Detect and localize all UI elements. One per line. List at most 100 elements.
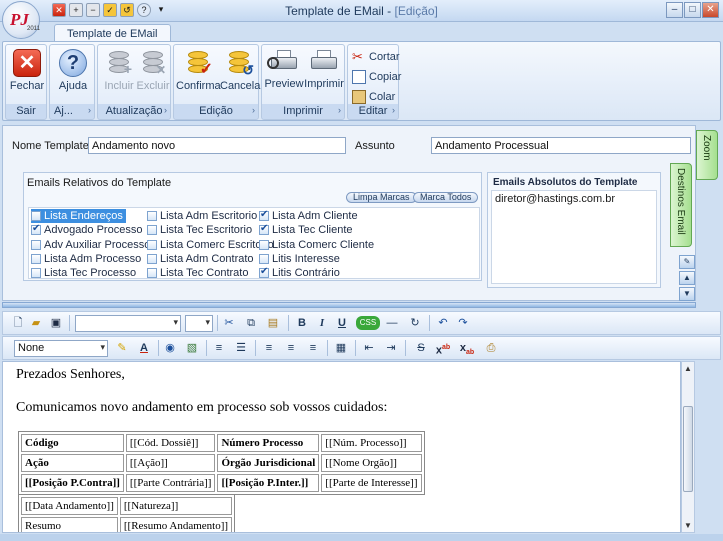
excluir-button[interactable]: ✕ Excluir xyxy=(134,49,172,99)
superscript-icon[interactable]: xab xyxy=(435,341,451,357)
checkbox-unchecked-icon[interactable] xyxy=(259,253,269,264)
list-item[interactable]: diretor@hastings.com.br xyxy=(495,193,653,205)
save-icon[interactable]: ▣ xyxy=(48,316,64,330)
cut-icon[interactable]: ✂ xyxy=(221,316,237,330)
undo-icon[interactable]: ↶ xyxy=(435,316,451,330)
splitter[interactable] xyxy=(2,302,696,308)
checkbox-item[interactable]: Lista Comerc Cliente xyxy=(259,238,374,252)
font-color-icon[interactable]: A xyxy=(136,341,152,355)
checkbox-unchecked-icon[interactable] xyxy=(147,225,157,236)
insert-table-icon[interactable]: ▦ xyxy=(333,341,349,355)
confirma-button[interactable]: ✓ Confirma xyxy=(176,49,221,99)
strikethrough-icon[interactable]: S xyxy=(413,341,429,355)
align-left-icon[interactable]: ≡ xyxy=(261,341,277,355)
bold-icon[interactable]: B xyxy=(294,316,310,330)
refresh-icon[interactable]: ↻ xyxy=(407,316,423,330)
checkbox-item[interactable]: Lista Adm Cliente xyxy=(259,209,358,223)
checkbox-item[interactable]: Lista Adm Contrato xyxy=(147,252,254,266)
checkbox-item[interactable]: Litis Interesse xyxy=(259,252,340,266)
group-imprimir-launcher-icon[interactable]: › xyxy=(338,105,341,115)
maximize-button[interactable]: □ xyxy=(684,2,701,18)
close-window-button[interactable]: ✕ xyxy=(702,2,719,18)
checkbox-item[interactable]: Lista Tec Contrato xyxy=(147,266,248,280)
zoom-tab[interactable]: Zoom xyxy=(696,130,718,180)
checkbox-item[interactable]: Lista Comerc Escritorio xyxy=(147,238,274,252)
italic-icon[interactable]: I xyxy=(314,316,330,330)
checkbox-unchecked-icon[interactable] xyxy=(147,268,157,279)
checkbox-unchecked-icon[interactable] xyxy=(147,253,157,264)
checkbox-unchecked-icon[interactable] xyxy=(31,268,41,279)
css-icon[interactable]: CSS xyxy=(356,316,380,330)
outdent-icon[interactable]: ⇤ xyxy=(361,341,377,355)
subscript-icon[interactable]: xab xyxy=(459,341,475,356)
checkbox-item[interactable]: Lista Endereços xyxy=(31,209,126,223)
group-editar-launcher-icon[interactable]: › xyxy=(392,105,395,115)
bullet-list-icon[interactable]: ☰ xyxy=(233,341,249,355)
incluir-button[interactable]: + Incluir xyxy=(100,49,138,99)
font-size-combo[interactable] xyxy=(185,315,213,332)
print-toolbar-icon[interactable]: ⎙ xyxy=(483,341,499,355)
scroll-up-arrow-icon[interactable]: ▲ xyxy=(684,364,692,373)
scrollbar-thumb[interactable] xyxy=(683,406,693,492)
copiar-button[interactable]: Copiar xyxy=(352,68,401,86)
paste-toolbar-icon[interactable]: ▤ xyxy=(265,316,281,330)
minimize-button[interactable]: – xyxy=(666,2,683,18)
limpa-marcas-button[interactable]: Limpa Marcas xyxy=(346,192,417,203)
checkbox-item[interactable]: Lista Tec Processo xyxy=(31,266,136,280)
checkbox-item[interactable]: Lista Adm Processo xyxy=(31,252,141,266)
emails-absolutos-list[interactable]: diretor@hastings.com.br xyxy=(491,190,657,284)
numbered-list-icon[interactable]: ≡ xyxy=(211,341,227,355)
marca-todos-button[interactable]: Marca Todos xyxy=(413,192,479,203)
insert-link-icon[interactable]: ◉ xyxy=(162,341,178,355)
indent-icon[interactable]: ⇥ xyxy=(383,341,399,355)
checkbox-checked-icon[interactable] xyxy=(259,266,269,279)
copy-toolbar-icon[interactable]: ⧉ xyxy=(243,316,259,330)
insert-image-icon[interactable]: ▧ xyxy=(184,341,200,355)
open-folder-icon[interactable]: ▰ xyxy=(28,316,44,330)
group-ajuda-launcher-icon[interactable]: › xyxy=(88,105,91,115)
checkbox-item[interactable]: Lista Tec Escritorio xyxy=(147,223,252,237)
checkbox-checked-icon[interactable] xyxy=(31,223,41,236)
group-atualizacao-launcher-icon[interactable]: › xyxy=(164,105,167,115)
cortar-button[interactable]: ✂ Cortar xyxy=(352,48,400,66)
nome-template-input[interactable] xyxy=(88,137,346,154)
checkbox-unchecked-icon[interactable] xyxy=(147,239,157,250)
checkbox-item[interactable]: Adv Auxiliar Processo xyxy=(31,238,150,252)
cancela-button[interactable]: ↺ Cancela xyxy=(220,49,260,99)
ajuda-button[interactable]: ? Ajuda xyxy=(54,49,92,99)
checkbox-item[interactable]: Lista Adm Escritorio xyxy=(147,209,257,223)
checkbox-unchecked-icon[interactable] xyxy=(259,239,269,250)
preview-button[interactable]: Preview xyxy=(264,49,304,99)
assunto-input[interactable] xyxy=(431,137,691,154)
colar-button[interactable]: Colar xyxy=(352,88,395,106)
scroll-up-button[interactable]: ▲ xyxy=(679,271,695,285)
redo-icon[interactable]: ↷ xyxy=(455,316,471,330)
checkbox-item[interactable]: Lista Tec Cliente xyxy=(259,223,353,237)
align-right-icon[interactable]: ≡ xyxy=(305,341,321,355)
scroll-down-button[interactable]: ▼ xyxy=(679,287,695,301)
highlight-color-icon[interactable]: ✎ xyxy=(114,341,130,355)
imprimir-button[interactable]: Imprimir xyxy=(304,49,344,99)
destinos-email-tab[interactable]: Destinos Email xyxy=(670,163,692,247)
checkbox-checked-icon[interactable] xyxy=(259,209,269,221)
underline-icon[interactable]: U xyxy=(334,316,350,330)
new-document-icon[interactable]: 🗋 xyxy=(10,316,26,330)
checkbox-item[interactable]: Litis Contrário xyxy=(259,266,340,280)
app-menu-button[interactable]: PJ 2011 xyxy=(2,1,40,39)
document-scrollbar[interactable]: ▲ ▼ xyxy=(681,361,695,533)
edit-emails-icon[interactable]: ✎ xyxy=(679,255,695,269)
checkbox-unchecked-icon[interactable] xyxy=(31,253,41,264)
horizontal-rule-icon[interactable]: — xyxy=(383,316,401,330)
font-name-combo[interactable] xyxy=(75,315,181,332)
checkbox-unchecked-icon[interactable] xyxy=(31,211,41,221)
checkbox-item[interactable]: Advogado Processo xyxy=(31,223,142,237)
fechar-button[interactable]: ✕ Fechar xyxy=(8,49,46,99)
checkbox-unchecked-icon[interactable] xyxy=(31,239,41,250)
email-body-editor[interactable]: Prezados Senhores, Comunicamos novo anda… xyxy=(2,361,681,533)
align-center-icon[interactable]: ≡ xyxy=(283,341,299,355)
checkbox-unchecked-icon[interactable] xyxy=(147,211,157,221)
scroll-down-arrow-icon[interactable]: ▼ xyxy=(684,521,692,530)
paragraph-style-combo[interactable]: None xyxy=(14,340,108,357)
checkbox-checked-icon[interactable] xyxy=(259,223,269,236)
group-edicao-launcher-icon[interactable]: › xyxy=(252,105,255,115)
